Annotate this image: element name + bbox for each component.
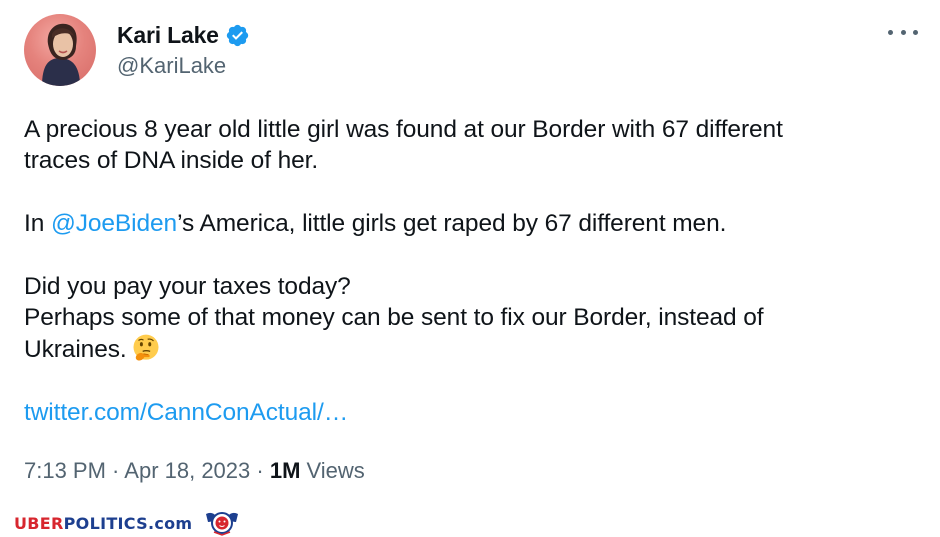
meta-separator: · [250,458,270,483]
tweet-text-segment: Ukraines. [24,336,127,363]
lion-crest-icon [206,512,239,536]
author-handle[interactable]: @KariLake [117,53,226,79]
meta-separator: · [105,458,125,483]
watermark-text: UBERPOLITICS.com [14,514,192,533]
tweet-text-segment: In [24,210,51,237]
author-avatar[interactable] [24,14,96,86]
more-dot-icon [888,29,893,35]
profile-photo-icon [42,23,80,86]
tweet-paragraph-4: twitter.com/CannConActual/… [24,397,904,428]
tweet-line: A precious 8 year old little girl was fo… [24,116,783,143]
author-display-name[interactable]: Kari Lake [117,22,219,49]
tweet-text: A precious 8 year old little girl was fo… [24,114,904,460]
views-label: Views [300,458,365,483]
tweet-line: In @JoeBiden’s America, little girls get… [24,208,904,239]
author-name-row[interactable]: Kari Lake [117,20,250,50]
tweet-date[interactable]: Apr 18, 2023 [124,458,250,483]
site-watermark: UBERPOLITICS.com [14,510,242,536]
more-dot-icon [900,29,906,35]
thinking-face-icon [133,334,159,361]
more-dot-icon [913,29,918,35]
tweet-text-segment: ’s America, little girls get raped by 67… [177,210,727,237]
tweet-paragraph-1: A precious 8 year old little girl was fo… [24,114,904,176]
tweet-line: Ukraines. [24,333,904,365]
tweet-line: traces of DNA inside of her. [24,147,319,174]
tweet-paragraph-2: In @JoeBiden’s America, little girls get… [24,208,904,239]
verified-badge-icon [226,24,248,46]
tweet-paragraph-3: Did you pay your taxes today? Perhaps so… [24,271,904,365]
views-count[interactable]: 1M [270,458,301,483]
tweet-time[interactable]: 7:13 PM [24,458,106,483]
external-link[interactable]: twitter.com/CannConActual/… [24,397,904,428]
more-options-button[interactable] [888,22,918,42]
tweet-line: Did you pay your taxes today? [24,273,351,300]
tweet-card[interactable]: Kari Lake @KariLake A precious 8 year ol… [0,0,940,500]
mention-link[interactable]: @JoeBiden [51,210,177,237]
watermark-part: .com [147,513,193,533]
watermark-part: POLITICS [63,513,148,533]
tweet-meta: 7:13 PM · Apr 18, 2023 · 1M Views [24,458,365,484]
tweet-line: Perhaps some of that money can be sent t… [24,304,764,331]
watermark-part: UBER [14,513,64,533]
